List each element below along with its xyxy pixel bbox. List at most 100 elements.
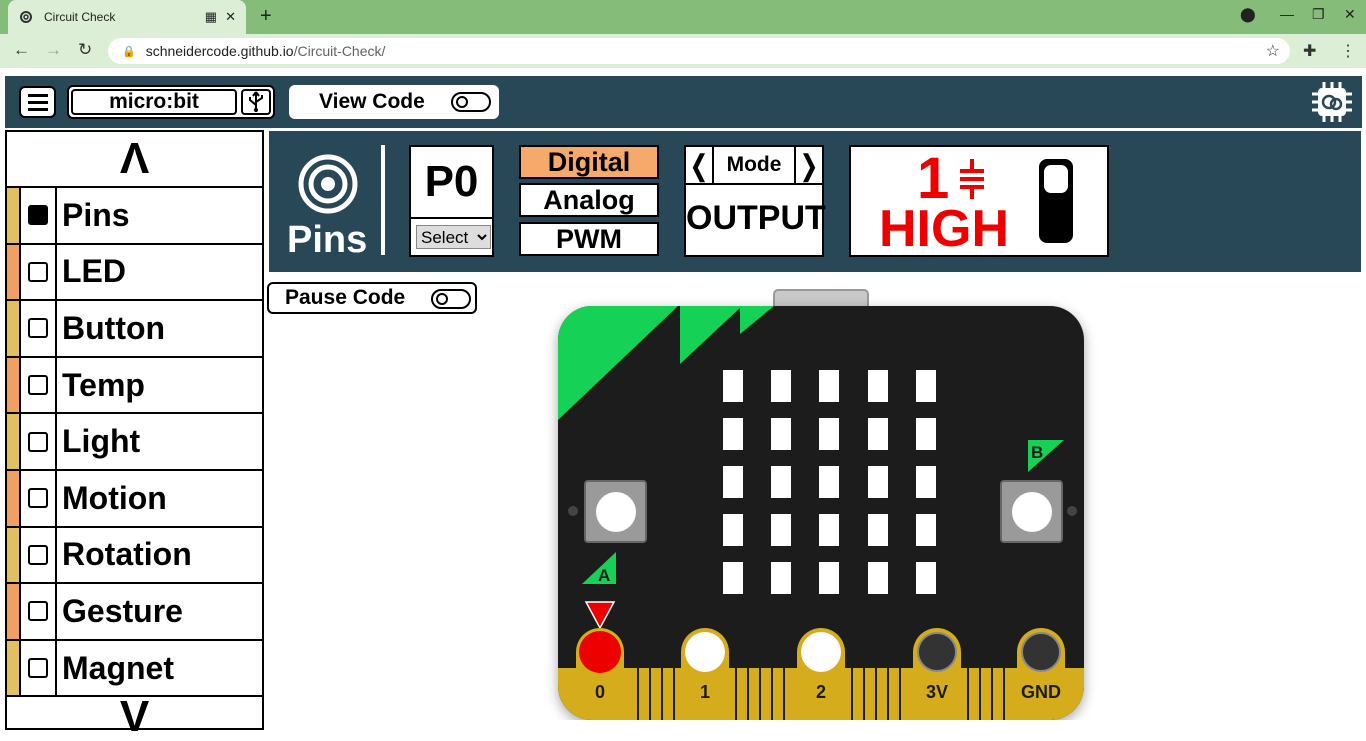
pins-target-icon [298, 154, 358, 214]
led[interactable] [723, 466, 743, 498]
led[interactable] [819, 418, 839, 450]
minimize-icon[interactable]: — [1280, 6, 1294, 22]
mode-pwm-button[interactable]: PWM [519, 222, 659, 256]
led[interactable] [868, 370, 888, 402]
mode-analog-button[interactable]: Analog [519, 183, 659, 217]
sidebar-item-temp[interactable]: Temp [7, 357, 262, 415]
pin-2-label: 2 [816, 682, 826, 702]
led[interactable] [771, 514, 791, 546]
sidebar-checkbox-cell[interactable] [21, 357, 57, 413]
sidebar-scroll-down[interactable]: V [7, 695, 262, 739]
mode-digital-button[interactable]: Digital [519, 145, 659, 179]
sidebar-item-rotation[interactable]: Rotation [7, 527, 262, 585]
button-a-label: A [598, 566, 610, 585]
profile-menu-icon[interactable]: ⬤ [1240, 6, 1256, 23]
forward-icon[interactable]: → [45, 40, 62, 60]
tab-close-icon[interactable]: ✕ [225, 9, 236, 25]
sidebar-item-pins[interactable]: Pins [7, 188, 262, 245]
led[interactable] [916, 514, 936, 546]
sidebar-color-strip [7, 357, 21, 413]
button-b-cap[interactable] [1012, 492, 1052, 532]
view-code-switch[interactable] [451, 92, 491, 112]
sidebar-item-label: Rotation [62, 536, 192, 573]
pin-0-hole[interactable] [579, 631, 621, 673]
checkbox[interactable] [28, 601, 48, 622]
sidebar-item-gesture[interactable]: Gesture [7, 584, 262, 641]
led[interactable] [723, 514, 743, 546]
sidebar-checkbox-cell[interactable] [21, 244, 57, 300]
checkbox[interactable] [28, 658, 48, 679]
restore-icon[interactable]: ❐ [1312, 6, 1325, 23]
browser-menu-icon[interactable]: ⋮ [1340, 41, 1356, 61]
sidebar-checkbox-cell[interactable] [21, 584, 57, 639]
mode-next-button[interactable]: ❭ [794, 147, 822, 183]
sidebar-scroll-up[interactable]: Λ [7, 132, 262, 188]
led[interactable] [868, 562, 888, 594]
close-window-icon[interactable]: ✕ [1344, 6, 1356, 23]
led[interactable] [819, 466, 839, 498]
checkbox-checked[interactable] [28, 205, 48, 226]
sidebar-checkbox-cell[interactable] [21, 640, 57, 696]
usb-connect-button[interactable] [241, 89, 271, 115]
checkbox[interactable] [28, 431, 48, 452]
led[interactable] [916, 466, 936, 498]
sidebar-color-strip [7, 527, 21, 583]
sidebar-item-motion[interactable]: Motion [7, 470, 262, 528]
button-b-mount [1067, 506, 1077, 516]
sidebar-checkbox-cell[interactable] [21, 414, 57, 469]
led[interactable] [819, 370, 839, 402]
led[interactable] [916, 370, 936, 402]
led[interactable] [819, 514, 839, 546]
led[interactable] [868, 514, 888, 546]
pin-1-hole[interactable] [685, 632, 725, 672]
led[interactable] [771, 466, 791, 498]
reload-icon[interactable]: ↻ [78, 40, 92, 60]
led[interactable] [868, 418, 888, 450]
led[interactable] [723, 418, 743, 450]
button-a-cap[interactable] [596, 492, 636, 532]
led[interactable] [723, 370, 743, 402]
led[interactable] [916, 418, 936, 450]
led[interactable] [771, 418, 791, 450]
bookmark-star-icon[interactable]: ☆ [1266, 41, 1280, 61]
checkbox[interactable] [28, 375, 48, 396]
led[interactable] [771, 562, 791, 594]
led[interactable] [916, 562, 936, 594]
checkbox[interactable] [28, 318, 48, 339]
pin-2-hole[interactable] [801, 632, 841, 672]
sidebar-item-light[interactable]: Light [7, 414, 262, 471]
state-toggle-switch[interactable] [1039, 159, 1073, 243]
sidebar-checkbox-cell[interactable] [21, 527, 57, 583]
menu-button[interactable] [19, 86, 56, 118]
checkbox[interactable] [28, 488, 48, 509]
checkbox[interactable] [28, 261, 48, 282]
sidebar-item-magnet[interactable]: Magnet [7, 640, 262, 698]
url-field[interactable]: 🔒 schneidercode.github.io/Circuit-Check/… [108, 38, 1290, 64]
sidebar-item-button[interactable]: Button [7, 301, 262, 358]
checkbox[interactable] [28, 544, 48, 565]
tab-media-icon[interactable]: ▦ [205, 9, 217, 25]
pause-code-switch[interactable] [431, 289, 471, 309]
pin-3v-hole [917, 632, 957, 672]
extensions-icon[interactable]: ✚ [1303, 41, 1316, 61]
browser-tab[interactable]: Circuit Check ▦ ✕ [8, 0, 246, 34]
pause-code-toggle[interactable]: Pause Code [267, 282, 477, 314]
back-icon[interactable]: ← [13, 40, 30, 60]
led[interactable] [771, 370, 791, 402]
sidebar-item-label: Motion [62, 479, 167, 516]
pin-state-display: 1 HIGH [849, 145, 1109, 258]
mode-prev-button[interactable]: ❬ [686, 147, 714, 183]
pin-select-dropdown[interactable]: Select [416, 225, 491, 249]
sidebar-checkbox-cell[interactable] [21, 188, 57, 243]
device-name-button[interactable]: micro:bit [71, 89, 237, 115]
new-tab-icon[interactable]: + [260, 5, 272, 28]
sidebar-item-led[interactable]: LED [7, 244, 262, 302]
led[interactable] [819, 562, 839, 594]
led[interactable] [723, 562, 743, 594]
view-code-toggle[interactable]: View Code [289, 85, 499, 119]
sidebar-checkbox-cell[interactable] [21, 301, 57, 356]
pin-0-label: 0 [595, 682, 605, 702]
sidebar-checkbox-cell[interactable] [21, 470, 57, 526]
chip-settings-icon[interactable] [1312, 82, 1352, 122]
led[interactable] [868, 466, 888, 498]
